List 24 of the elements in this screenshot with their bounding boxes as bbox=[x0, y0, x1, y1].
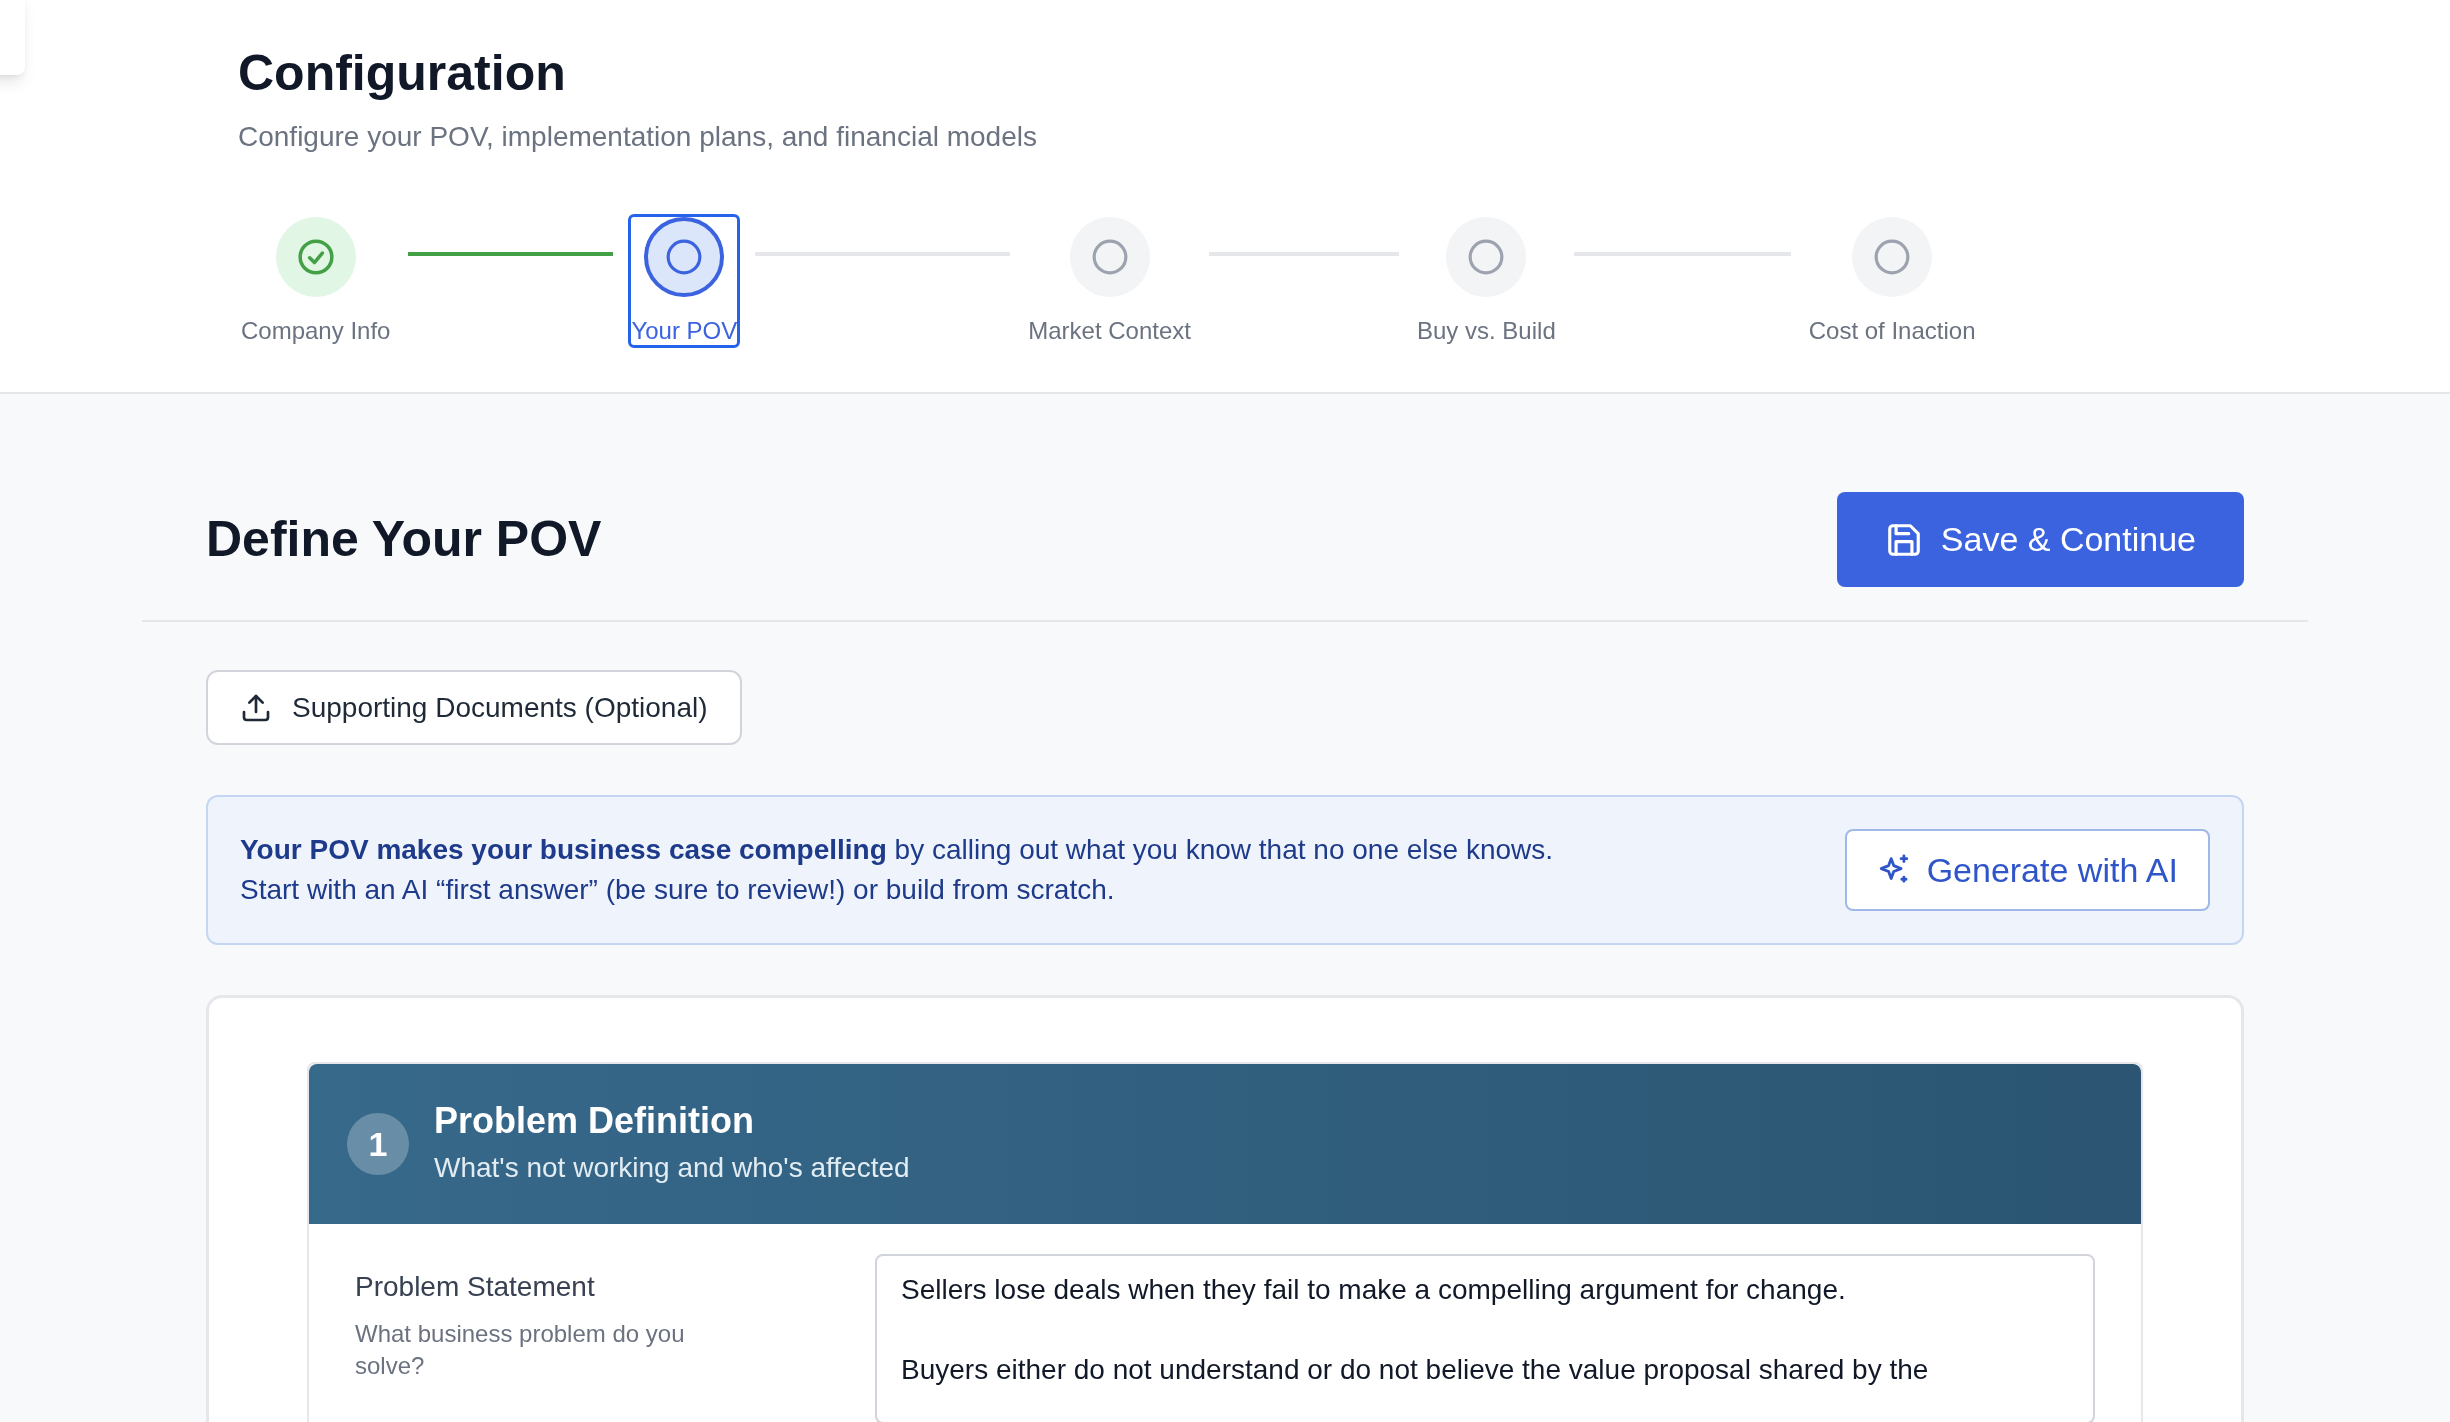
section-heading: Define Your POV bbox=[206, 510, 602, 569]
problem-statement-field[interactable]: Sellers lose deals when they fail to make a compelling argument for change. Buyers either do not understand or do not believe the value proposal shared by the bbox=[875, 1254, 2095, 1422]
supporting-documents-button[interactable]: Supporting Documents (Optional) bbox=[206, 670, 742, 745]
page-title: Configuration bbox=[238, 44, 566, 103]
step-tab[interactable]: Market Context bbox=[1025, 214, 1194, 348]
check-circle-icon bbox=[296, 238, 335, 276]
info-text: Start with an AI “first answer” (be sure to review!) or build from scratch. bbox=[240, 873, 1115, 907]
circle-icon bbox=[665, 238, 704, 276]
step-tab[interactable]: Cost of Inaction bbox=[1805, 214, 1979, 348]
circle-icon bbox=[1467, 238, 1506, 276]
section-subtitle: What's not working and who's affected bbox=[434, 1151, 910, 1185]
section-title: Problem Definition bbox=[434, 1099, 755, 1143]
field-label: Problem Statement bbox=[355, 1270, 595, 1304]
info-text: Your POV makes your business case compelling by calling out what you know that no one else knows. bbox=[240, 833, 1554, 867]
field-hint: What business problem do you solve? bbox=[355, 1319, 685, 1381]
step-tab[interactable]: Company Info bbox=[238, 214, 394, 348]
circle-icon bbox=[1090, 238, 1129, 276]
step-tab[interactable]: Your POV bbox=[628, 214, 741, 348]
step-number: 1 bbox=[347, 1113, 409, 1175]
save-continue-button[interactable]: Save & Continue bbox=[1836, 492, 2244, 587]
page-subtitle: Configure your POV, implementation plans, and financial models bbox=[238, 120, 1037, 154]
generate-with-ai-button[interactable]: Generate with AI bbox=[1844, 829, 2210, 911]
circle-icon bbox=[1873, 238, 1912, 276]
step-tab[interactable]: Buy vs. Build bbox=[1414, 214, 1559, 348]
